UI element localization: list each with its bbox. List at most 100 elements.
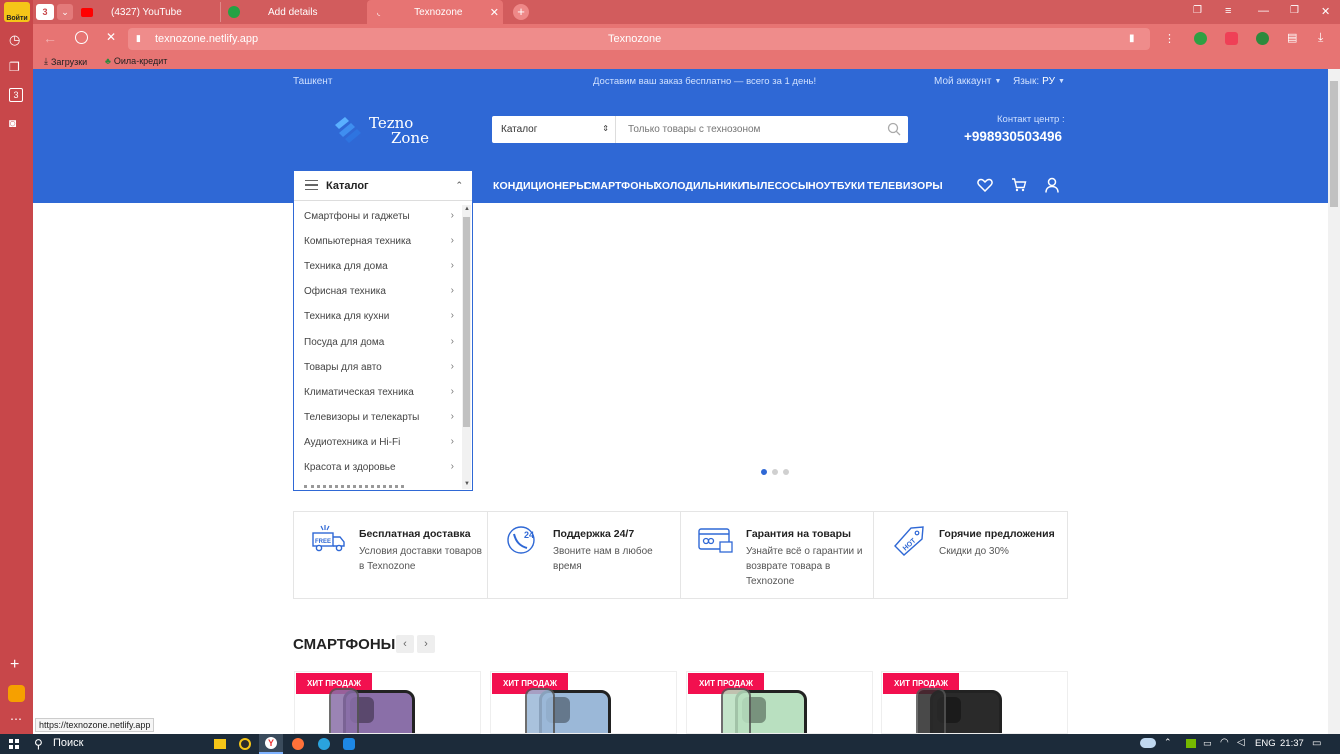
- nav-link-refrigerators[interactable]: ХОЛОДИЛЬНИКИ: [655, 180, 745, 192]
- catalog-item[interactable]: Смартфоны и гаджеты ›: [304, 204, 454, 229]
- catalog-item[interactable]: Техника для дома ›: [304, 254, 454, 279]
- collections-icon[interactable]: ❐: [9, 60, 20, 74]
- app-icon[interactable]: [239, 738, 251, 750]
- telegram-icon[interactable]: [318, 738, 330, 750]
- restore-icon[interactable]: ❐: [1290, 5, 1299, 16]
- back-icon[interactable]: ←: [43, 30, 57, 46]
- add-panel-icon[interactable]: +: [10, 656, 19, 674]
- catalog-item[interactable]: Офисная техника ›: [304, 279, 454, 304]
- catalog-scrollbar[interactable]: ▲ ▼: [462, 205, 471, 489]
- file-explorer-icon[interactable]: [214, 739, 226, 749]
- nav-link-smartphones[interactable]: СМАРТФОНЫ: [584, 180, 657, 192]
- firefox-icon[interactable]: [292, 738, 304, 750]
- search-icon[interactable]: [887, 122, 901, 136]
- volume-icon[interactable]: ◁: [1237, 737, 1245, 748]
- nav-link-air-conditioners[interactable]: КОНДИЦИОНЕРЫ: [493, 180, 587, 192]
- tab-youtube[interactable]: (4327) YouTube: [81, 2, 221, 22]
- catalog-item-label: Красота и здоровье: [304, 462, 396, 473]
- nav-link-tvs[interactable]: ТЕЛЕВИЗОРЫ: [867, 180, 943, 192]
- more-icon[interactable]: ⋯: [10, 712, 22, 726]
- catalog-scroll-thumb[interactable]: [463, 217, 470, 427]
- history-icon[interactable]: ◷: [9, 32, 20, 48]
- account-dropdown[interactable]: Мой аккаунт ▼: [934, 76, 1001, 87]
- product-image-back: [329, 688, 359, 733]
- scroll-up-icon[interactable]: ▲: [464, 206, 470, 212]
- slider-dot[interactable]: [783, 469, 789, 475]
- protect-icon[interactable]: [1194, 32, 1207, 45]
- catalog-item[interactable]: Климатическая техника ›: [304, 380, 454, 405]
- slider-dot[interactable]: [761, 469, 767, 475]
- extension-icon[interactable]: [1256, 32, 1269, 45]
- chevron-down-icon: ▼: [1057, 78, 1065, 85]
- language-indicator[interactable]: ENG: [1255, 738, 1276, 749]
- language-dropdown[interactable]: Язык: РУ ▼: [1013, 76, 1065, 87]
- weather-icon[interactable]: [1140, 738, 1156, 748]
- product-card[interactable]: ХИТ ПРОДАЖ: [686, 671, 873, 734]
- sidebar-counter-icon[interactable]: 3: [9, 88, 23, 102]
- bookmark-downloads[interactable]: ⤓ Загрузки: [44, 56, 87, 67]
- yandex-browser-taskbar-icon[interactable]: Y: [259, 734, 283, 754]
- menu-icon[interactable]: ≡: [1225, 5, 1231, 17]
- download-icon[interactable]: ⤓: [1318, 30, 1323, 45]
- network-icon[interactable]: ▭: [1203, 738, 1212, 749]
- heart-icon[interactable]: [977, 178, 993, 192]
- product-card[interactable]: ХИТ ПРОДАЖ: [490, 671, 677, 734]
- nav-link-laptops[interactable]: НОУТБУКИ: [808, 180, 865, 192]
- tray-chevron-icon[interactable]: ⌃: [1164, 737, 1172, 748]
- catalog-item-label: Техника для дома: [304, 261, 388, 273]
- app-icon[interactable]: [343, 738, 355, 750]
- slider-dot[interactable]: [772, 469, 778, 475]
- bookmark-oila[interactable]: ♣ Оила-кредит: [105, 56, 167, 66]
- url-field[interactable]: ▮ texnozone.netlify.app Texnozone ▮: [128, 28, 1150, 50]
- tab-texnozone[interactable]: ◟ Texnozone ✕: [367, 0, 503, 24]
- windows-start-icon[interactable]: [9, 739, 19, 749]
- close-window-icon[interactable]: ✕: [1321, 5, 1330, 18]
- close-tab-icon[interactable]: ✕: [490, 6, 499, 19]
- catalog-item[interactable]: Аудиотехника и Hi-Fi ›: [304, 430, 454, 455]
- search-category-select[interactable]: Каталог ⇕: [492, 116, 616, 143]
- stop-loading-icon[interactable]: ✕: [106, 30, 116, 44]
- yandex-icon[interactable]: [75, 31, 88, 44]
- notifications-icon[interactable]: ▭: [1312, 738, 1321, 749]
- product-card[interactable]: ХИТ ПРОДАЖ: [294, 671, 481, 734]
- catalog-item[interactable]: Телевизоры и телекарты ›: [304, 405, 454, 430]
- catalog-item[interactable]: Товары для авто ›: [304, 355, 454, 380]
- product-card[interactable]: ХИТ ПРОДАЖ: [881, 671, 1068, 734]
- search-input[interactable]: [618, 118, 878, 141]
- new-tab-button[interactable]: +: [513, 4, 529, 20]
- page-scroll-thumb[interactable]: [1330, 81, 1338, 207]
- site-logo[interactable]: Tezno Zone: [333, 113, 433, 147]
- prev-arrow-button[interactable]: ‹: [396, 635, 414, 653]
- tab-menu-chevron-icon[interactable]: ⌄: [57, 4, 73, 20]
- catalog-toggle[interactable]: Каталог ⌃: [294, 171, 472, 201]
- catalog-item[interactable]: Техника для кухни ›: [304, 304, 454, 329]
- nvidia-icon[interactable]: [1186, 739, 1196, 748]
- taskbar-search[interactable]: Поиск: [53, 737, 83, 749]
- tabs-overview-icon[interactable]: ❐: [1193, 5, 1202, 16]
- city-select[interactable]: Ташкент: [293, 76, 332, 87]
- catalog-item[interactable]: Компьютерная техника ›: [304, 229, 454, 254]
- login-button[interactable]: Войти: [4, 2, 30, 22]
- chevron-down-icon: ▼: [994, 78, 1002, 85]
- minimize-icon[interactable]: —: [1258, 5, 1269, 17]
- user-icon[interactable]: [1045, 177, 1059, 193]
- tab-add-details[interactable]: Add details: [228, 2, 368, 22]
- pocket-icon[interactable]: [1225, 32, 1238, 45]
- catalog-item[interactable]: Посуда для дома ›: [304, 330, 454, 355]
- contact-phone[interactable]: +998930503496: [964, 129, 1062, 144]
- bookmark-icon[interactable]: ▮: [1129, 33, 1135, 44]
- wifi-icon[interactable]: ◠: [1220, 737, 1229, 748]
- mail-icon[interactable]: [8, 685, 25, 702]
- next-arrow-button[interactable]: ›: [417, 635, 435, 653]
- clock[interactable]: 21:37: [1280, 738, 1304, 749]
- product-image-back: [916, 688, 946, 733]
- reader-icon[interactable]: ▤: [1287, 31, 1297, 44]
- nav-link-vacuums[interactable]: ПЫЛЕСОСЫ: [742, 180, 808, 192]
- camera-icon[interactable]: ◙: [9, 116, 16, 130]
- scroll-down-icon[interactable]: ▼: [464, 481, 470, 487]
- cart-icon[interactable]: [1011, 178, 1027, 192]
- more-vertical-icon[interactable]: ⋮: [1164, 32, 1175, 45]
- page-scrollbar[interactable]: [1328, 69, 1340, 734]
- catalog-item[interactable]: Красота и здоровье ›: [304, 455, 454, 480]
- tab-counter[interactable]: 3: [36, 4, 54, 20]
